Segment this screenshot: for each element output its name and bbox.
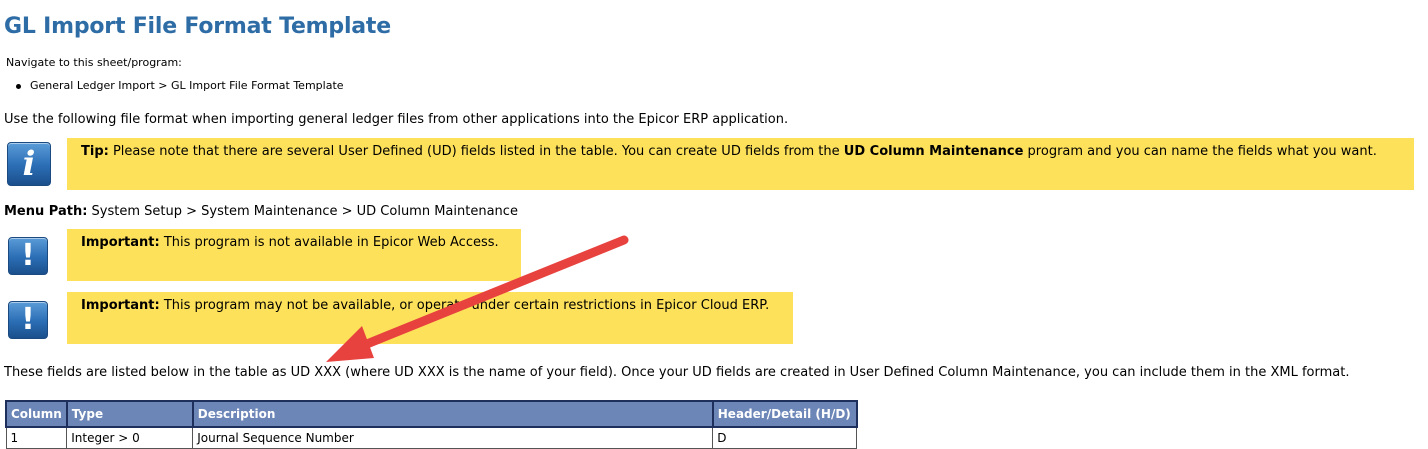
tip-note: Tip: Please note that there are several … bbox=[67, 138, 1414, 190]
important-2-label: Important: bbox=[81, 298, 160, 313]
fields-text: These fields are listed below in the tab… bbox=[4, 365, 1350, 380]
header-description: Description bbox=[191, 400, 714, 428]
tip-text-after: program and you can name the fields what… bbox=[1023, 144, 1377, 159]
cell-detail: D bbox=[712, 426, 858, 449]
header-column: Column bbox=[5, 400, 68, 428]
menu-path: Menu Path: System Setup > System Mainten… bbox=[4, 204, 518, 219]
important-2-text: This program may not be available, or op… bbox=[159, 298, 770, 313]
cell-type: Integer > 0 bbox=[66, 426, 194, 449]
header-detail: Header/Detail (H/D) bbox=[711, 400, 858, 428]
header-type: Type bbox=[65, 400, 194, 428]
info-icon: i bbox=[7, 142, 51, 186]
table-row: 1 Integer > 0 Journal Sequence Number D bbox=[5, 426, 858, 449]
exclamation-icon: ! bbox=[8, 237, 48, 275]
navigate-label: Navigate to this sheet/program: bbox=[6, 56, 182, 69]
page-title: GL Import File Format Template bbox=[4, 14, 391, 39]
cell-column: 1 bbox=[5, 426, 68, 449]
tip-program: UD Column Maintenance bbox=[843, 144, 1024, 159]
important-note-1: Important: This program is not available… bbox=[67, 229, 521, 281]
table-header-row: Column Type Description Header/Detail (H… bbox=[5, 400, 858, 428]
important-note-2: Important: This program may not be avail… bbox=[67, 292, 793, 344]
important-1-text: This program is not available in Epicor … bbox=[159, 235, 499, 250]
cell-description: Journal Sequence Number bbox=[192, 426, 714, 449]
exclamation-icon: ! bbox=[8, 301, 48, 339]
navigate-item: General Ledger Import > GL Import File F… bbox=[16, 79, 344, 92]
tip-label: Tip: bbox=[81, 144, 109, 159]
intro-text: Use the following file format when impor… bbox=[4, 112, 789, 127]
menu-path-label: Menu Path: bbox=[4, 204, 88, 219]
important-1-label: Important: bbox=[81, 235, 160, 250]
tip-text-before: Please note that there are several User … bbox=[108, 144, 844, 159]
menu-path-value: System Setup > System Maintenance > UD C… bbox=[87, 204, 518, 219]
